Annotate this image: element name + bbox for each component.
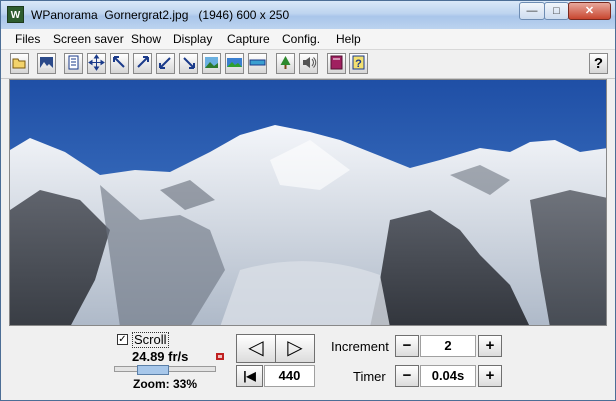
minimize-button[interactable]: — <box>519 2 545 20</box>
panorama-button[interactable] <box>225 53 244 74</box>
increment-increase-button[interactable]: + <box>478 335 502 357</box>
arrow-sw-button[interactable] <box>156 53 175 74</box>
landscape-icon <box>205 57 218 68</box>
increment-value[interactable]: 2 <box>420 335 476 357</box>
landscape-button[interactable] <box>202 53 221 74</box>
title-bar[interactable]: W WPanorama Gornergrat2.jpg (1946) 600 x… <box>1 1 615 29</box>
increment-label: Increment <box>331 339 389 354</box>
open-file-icon <box>12 58 26 69</box>
app-window: W WPanorama Gornergrat2.jpg (1946) 600 x… <box>0 0 616 401</box>
arrow-nw-icon <box>113 56 125 68</box>
book-icon <box>330 55 343 70</box>
close-button[interactable]: ✕ <box>568 2 611 20</box>
zoom-slider-thumb[interactable] <box>137 365 169 375</box>
scroll-left-button[interactable]: ◁ <box>236 334 276 363</box>
menu-show[interactable]: Show <box>131 32 161 46</box>
zoom-slider[interactable] <box>114 365 216 375</box>
move-icon <box>88 54 105 71</box>
sound-icon <box>303 57 317 68</box>
book-button[interactable] <box>327 53 346 74</box>
go-to-start-button[interactable]: |◀ <box>236 365 263 387</box>
page-icon <box>68 55 79 70</box>
window-title: WPanorama Gornergrat2.jpg (1946) 600 x 2… <box>31 8 290 22</box>
zoom-readout: Zoom: 33% <box>133 377 198 391</box>
panorama-icon <box>227 58 242 67</box>
toolbar: ? ? <box>1 50 615 79</box>
move-button[interactable] <box>87 53 106 74</box>
sound-button[interactable] <box>299 53 318 74</box>
speed-indicator-icon <box>216 353 224 360</box>
scroll-checkbox[interactable]: ✓ <box>117 334 128 345</box>
arrow-sw-icon <box>159 57 171 69</box>
menu-help[interactable]: Help <box>336 32 361 46</box>
timer-decrease-button[interactable]: − <box>395 365 419 387</box>
maximize-button[interactable]: □ <box>544 2 569 20</box>
help-button[interactable]: ? <box>589 53 608 74</box>
menu-files[interactable]: Files <box>15 32 40 46</box>
menu-config[interactable]: Config. <box>282 32 320 46</box>
svg-text:?: ? <box>355 58 362 70</box>
scroll-label[interactable]: Scroll <box>132 332 169 348</box>
scroll-right-button[interactable]: ▷ <box>275 334 315 363</box>
timer-label: Timer <box>353 369 386 384</box>
picture-icon <box>40 57 53 68</box>
speed-readout: 24.89 fr/s <box>132 349 189 364</box>
timer-increase-button[interactable]: + <box>478 365 502 387</box>
arrow-se-button[interactable] <box>179 53 198 74</box>
position-value: 440 <box>264 365 315 387</box>
tree-icon <box>280 56 291 69</box>
menu-bar: Files Screen saver Show Display Capture … <box>1 29 615 50</box>
picture-button[interactable] <box>37 53 56 74</box>
mountain-panorama-image <box>10 80 606 325</box>
menu-display[interactable]: Display <box>173 32 212 46</box>
help-doc-button[interactable]: ? <box>349 53 368 74</box>
arrow-ne-icon <box>137 56 149 68</box>
control-panel: ✓ Scroll 24.89 fr/s Zoom: 33% ◁ ▷ |◀ 440… <box>1 327 615 400</box>
tree-button[interactable] <box>276 53 295 74</box>
strip-icon <box>249 59 266 66</box>
strip-button[interactable] <box>248 53 267 74</box>
increment-decrease-button[interactable]: − <box>395 335 419 357</box>
panorama-viewport[interactable] <box>9 79 607 326</box>
timer-value[interactable]: 0.04s <box>420 365 476 387</box>
arrow-se-icon <box>183 57 195 69</box>
arrow-nw-button[interactable] <box>110 53 129 74</box>
app-icon[interactable]: W <box>7 6 24 23</box>
help-doc-icon: ? <box>352 55 365 70</box>
menu-capture[interactable]: Capture <box>227 32 270 46</box>
menu-screen-saver[interactable]: Screen saver <box>53 32 124 46</box>
page-button[interactable] <box>64 53 83 74</box>
open-file-button[interactable] <box>10 53 29 74</box>
arrow-ne-button[interactable] <box>133 53 152 74</box>
